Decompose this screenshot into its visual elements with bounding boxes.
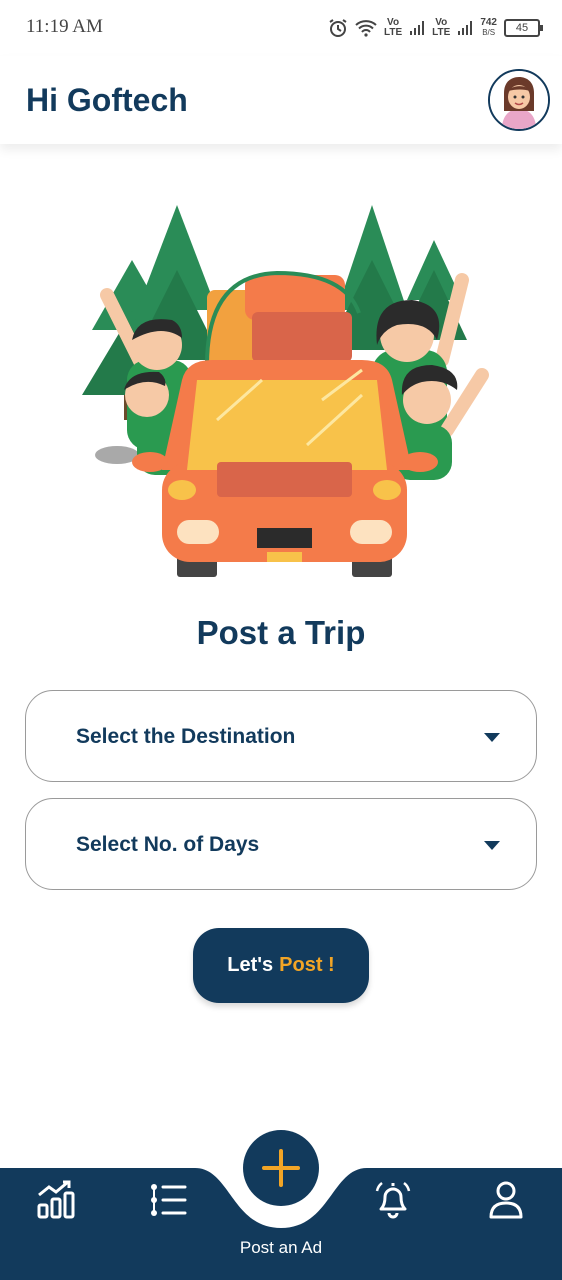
post-button-accent: Post ! (279, 954, 335, 976)
post-trip-button[interactable]: Let's Post ! (193, 928, 369, 1003)
profile-icon (489, 1181, 523, 1219)
post-ad-fab[interactable] (243, 1130, 319, 1206)
nav-list[interactable] (146, 1178, 190, 1222)
destination-select[interactable]: Select the Destination (25, 690, 537, 782)
post-ad-label: Post an Ad (239, 1238, 323, 1257)
chevron-down-icon (484, 733, 500, 742)
hero-illustration (82, 205, 489, 577)
list-icon (151, 1184, 187, 1216)
battery-icon: 45 (504, 19, 543, 37)
wifi-icon (355, 20, 377, 37)
page-title: Post a Trip (196, 614, 366, 651)
status-time: 11:19 AM (26, 16, 103, 37)
status-icons: Vo LTE Vo LTE 742 B/S 45 (328, 14, 543, 42)
days-select-label: Select No. of Days (76, 833, 260, 856)
nav-analytics[interactable] (34, 1178, 78, 1222)
net-speed-unit: B/S (482, 28, 496, 37)
avatar-girl-icon (490, 71, 548, 129)
greeting-title: Hi Goftech (26, 82, 188, 118)
avatar[interactable] (488, 69, 550, 131)
signal-2-icon (458, 21, 473, 35)
days-select[interactable]: Select No. of Days (25, 798, 537, 890)
alarm-icon (329, 19, 347, 37)
chevron-down-icon (484, 841, 500, 850)
nav-profile[interactable] (484, 1178, 528, 1222)
signal-1-icon (410, 21, 425, 35)
analytics-icon (37, 1180, 75, 1219)
destination-select-label: Select the Destination (76, 725, 296, 748)
plus-icon (262, 1149, 300, 1187)
post-button-label: Let's (227, 954, 274, 976)
roof-luggage (205, 270, 361, 366)
notification-icon (375, 1182, 411, 1219)
volte-2-label: Vo LTE (432, 17, 451, 38)
app-header: Hi Goftech (0, 56, 562, 144)
net-speed: 742 B/S (480, 18, 497, 38)
net-speed-value: 742 (480, 17, 497, 28)
nav-notifications[interactable] (371, 1178, 415, 1222)
status-bar: 11:19 AM Vo LTE Vo LTE 742 B/S 45 (0, 0, 562, 56)
volte-1-label: Vo LTE (384, 17, 403, 38)
